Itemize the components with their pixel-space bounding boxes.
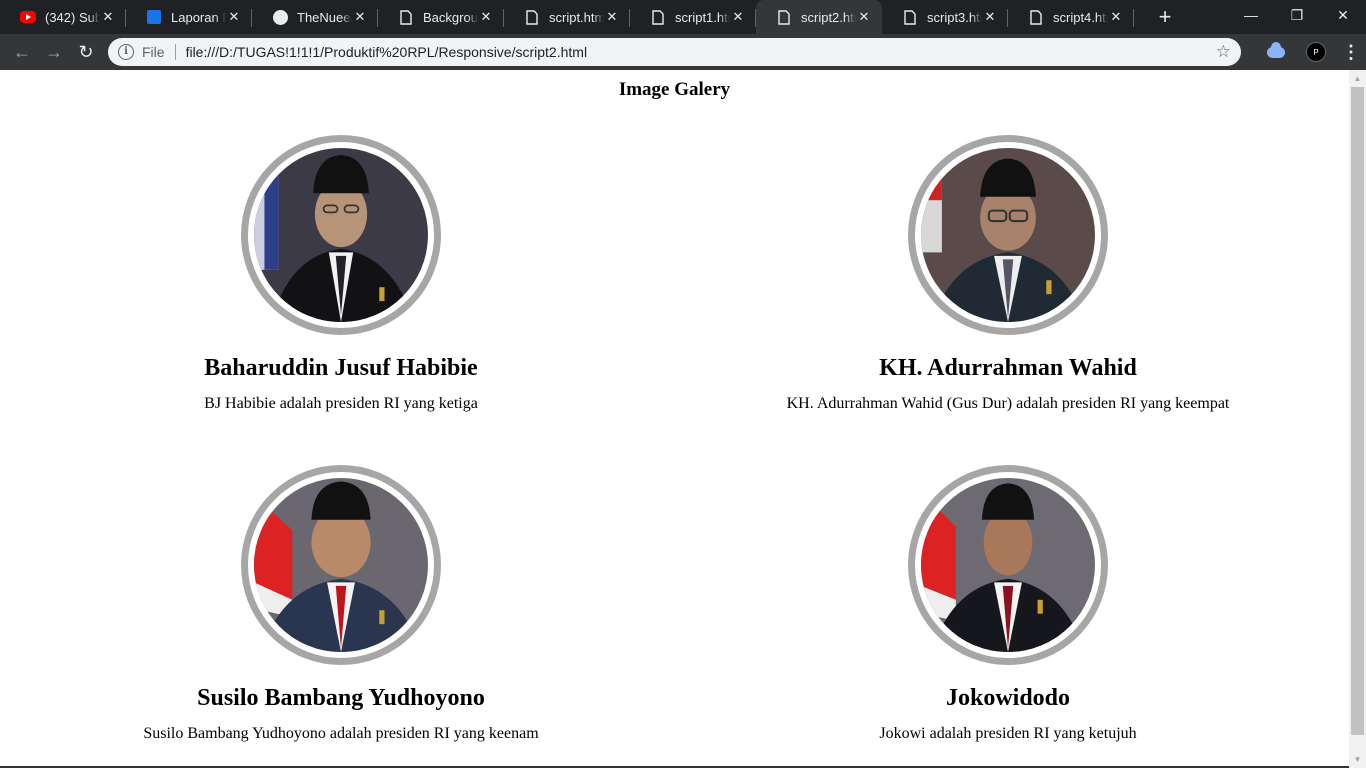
avatar: P — [1306, 42, 1326, 62]
close-icon[interactable]: ✕ — [352, 9, 368, 25]
portrait-frame — [241, 135, 441, 335]
youtube-icon — [20, 9, 36, 25]
tab-title: script4.html — [1053, 9, 1108, 25]
portrait-image — [254, 478, 428, 652]
close-icon[interactable]: ✕ — [1108, 9, 1124, 25]
tab-title: Laporan Praktikum — [171, 9, 226, 25]
reload-button[interactable]: ↻ — [70, 36, 102, 68]
card-title: KH. Adurrahman Wahid — [879, 355, 1137, 381]
tab-script1[interactable]: script1.html ✕ — [630, 0, 756, 34]
tab-title: script3.html — [927, 9, 982, 25]
vertical-scrollbar[interactable]: ▲ ▼ — [1349, 70, 1366, 768]
tab-script2[interactable]: script2.html ✕ — [756, 0, 882, 34]
cloud-icon — [1267, 41, 1285, 58]
gallery-card: KH. Adurrahman Wahid KH. Adurrahman Wahi… — [708, 135, 1308, 414]
arrow-left-icon: ← — [13, 41, 31, 62]
close-icon[interactable]: ✕ — [604, 9, 620, 25]
close-icon[interactable]: ✕ — [982, 9, 998, 25]
tab-separator — [1133, 9, 1134, 27]
tab-title: script2.html — [801, 9, 856, 25]
card-title: Susilo Bambang Yudhoyono — [197, 685, 485, 711]
kebab-menu-icon: ⋮ — [1342, 41, 1360, 62]
tab-script3[interactable]: script3.html ✕ — [882, 0, 1008, 34]
file-icon — [902, 9, 918, 25]
close-icon[interactable]: ✕ — [730, 9, 746, 25]
new-tab-button[interactable]: + — [1148, 0, 1182, 34]
gallery-card: Jokowidodo Jokowi adalah presiden RI yan… — [708, 465, 1308, 744]
tab-laporan[interactable]: Laporan Praktikum ✕ — [126, 0, 252, 34]
scroll-down-icon[interactable]: ▼ — [1349, 751, 1366, 768]
tab-strip: (342) Subscriptions - YouTube ✕ Laporan … — [0, 0, 1366, 34]
close-icon[interactable]: ✕ — [856, 9, 872, 25]
portrait-image — [921, 478, 1095, 652]
minimize-icon: — — [1244, 7, 1258, 23]
file-icon — [524, 9, 540, 25]
file-icon — [776, 9, 792, 25]
profile-button[interactable]: P — [1296, 34, 1336, 70]
back-button[interactable]: ← — [6, 36, 38, 68]
card-description: Jokowi adalah presiden RI yang ketujuh — [879, 725, 1137, 742]
card-description: Susilo Bambang Yudhoyono adalah presiden… — [143, 725, 539, 742]
tab-title: (342) Subscriptions - YouTube — [45, 9, 100, 25]
portrait-frame — [908, 465, 1108, 665]
plus-icon: + — [1158, 4, 1172, 29]
bookmark-star-icon[interactable]: ☆ — [1216, 42, 1231, 62]
window-controls: — ❐ ✕ — [1228, 0, 1366, 30]
close-window-button[interactable]: ✕ — [1320, 0, 1366, 30]
cloud-extension-button[interactable] — [1256, 34, 1296, 70]
address-bar[interactable]: i File file:///D:/TUGAS!1!1!1/Produktif%… — [108, 38, 1241, 66]
scroll-up-icon[interactable]: ▲ — [1349, 70, 1366, 87]
close-icon[interactable]: ✕ — [226, 9, 242, 25]
toolbar-right: P ⋮ — [1256, 34, 1366, 70]
page-viewport: Image Galery Baharuddin Jusuf Habibie BJ… — [0, 70, 1366, 768]
portrait-image — [254, 148, 428, 322]
info-icon[interactable]: i — [118, 44, 134, 60]
gallery-card: Baharuddin Jusuf Habibie BJ Habibie adal… — [41, 135, 641, 414]
gallery-card: Susilo Bambang Yudhoyono Susilo Bambang … — [41, 465, 641, 744]
portrait-image — [921, 148, 1095, 322]
tab-script4[interactable]: script4.html ✕ — [1008, 0, 1134, 34]
menu-button[interactable]: ⋮ — [1336, 34, 1366, 70]
tab-title: script1.html — [675, 9, 730, 25]
close-icon[interactable]: ✕ — [478, 9, 494, 25]
forward-button[interactable]: → — [38, 36, 70, 68]
tab-github[interactable]: TheNuee/Responsive ✕ — [252, 0, 378, 34]
tab-script[interactable]: script.html ✕ — [504, 0, 630, 34]
card-title: Jokowidodo — [945, 685, 1071, 711]
divider — [174, 44, 176, 60]
card-description: KH. Adurrahman Wahid (Gus Dur) adalah pr… — [786, 395, 1230, 412]
tab-title: script.html — [549, 9, 604, 25]
restore-button[interactable]: ❐ — [1274, 0, 1320, 30]
portrait-frame — [908, 135, 1108, 335]
restore-icon: ❐ — [1290, 6, 1304, 23]
close-icon: ✕ — [1337, 6, 1349, 23]
page-title: Image Galery — [618, 79, 731, 100]
portrait-frame — [241, 465, 441, 665]
browser-toolbar: ← → ↻ i File file:///D:/TUGAS!1!1!1/Prod… — [0, 34, 1366, 70]
arrow-right-icon: → — [45, 41, 63, 62]
minimize-button[interactable]: — — [1228, 0, 1274, 30]
reload-icon: ↻ — [78, 41, 94, 62]
file-icon — [650, 9, 666, 25]
url-text[interactable]: file:///D:/TUGAS!1!1!1/Produktif%20RPL/R… — [186, 44, 588, 60]
scheme-label: File — [142, 44, 165, 60]
contacts-icon — [146, 9, 162, 25]
card-title: Baharuddin Jusuf Habibie — [204, 355, 478, 381]
tab-title: Background — [423, 9, 478, 25]
card-description: BJ Habibie adalah presiden RI yang ketig… — [204, 395, 478, 412]
file-icon — [398, 9, 414, 25]
close-icon[interactable]: ✕ — [100, 9, 116, 25]
github-icon — [272, 9, 288, 25]
tab-youtube[interactable]: (342) Subscriptions - YouTube ✕ — [0, 0, 126, 34]
tab-background[interactable]: Background ✕ — [378, 0, 504, 34]
tab-title: TheNuee/Responsive — [297, 9, 352, 25]
scrollbar-thumb[interactable] — [1351, 87, 1364, 735]
file-icon — [1028, 9, 1044, 25]
